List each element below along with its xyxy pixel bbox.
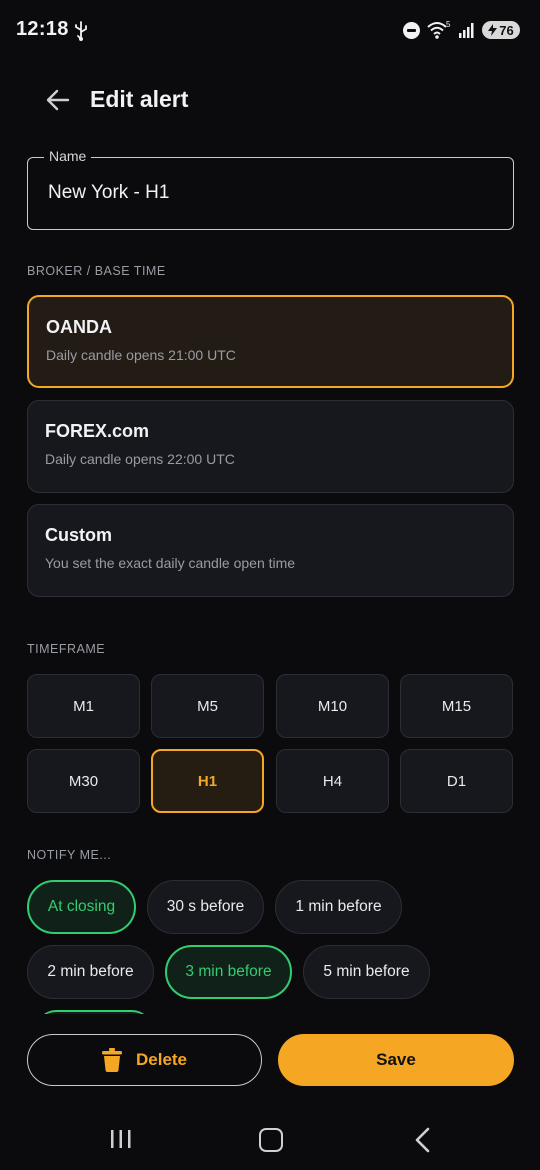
notify-chip-at-closing[interactable]: At closing bbox=[27, 880, 136, 934]
name-field[interactable]: Name New York - H1 bbox=[27, 148, 514, 230]
status-time: 12:18 bbox=[16, 18, 69, 40]
notify-chip-1min-before[interactable]: 1 min before bbox=[275, 880, 402, 934]
wifi-icon: 5 bbox=[427, 20, 451, 39]
status-bar: 12:18 5 76 bbox=[0, 0, 540, 60]
arrow-left-icon bbox=[46, 89, 70, 111]
timeframe-h4[interactable]: H4 bbox=[276, 749, 389, 813]
broker-name: OANDA bbox=[46, 317, 112, 337]
timeframe-m10[interactable]: M10 bbox=[276, 674, 389, 738]
broker-option-forex-com[interactable]: FOREX.com Daily candle opens 22:00 UTC bbox=[27, 400, 514, 493]
timeframe-m1[interactable]: M1 bbox=[27, 674, 140, 738]
broker-name: Custom bbox=[45, 525, 112, 545]
notify-chip-5min-before[interactable]: 5 min before bbox=[303, 945, 430, 999]
broker-desc: Daily candle opens 22:00 UTC bbox=[45, 451, 235, 467]
battery-charging-icon: 76 bbox=[482, 21, 520, 39]
timeframe-h1[interactable]: H1 bbox=[151, 749, 264, 813]
back-button[interactable] bbox=[38, 80, 78, 120]
nav-back-icon[interactable] bbox=[411, 1126, 435, 1154]
save-button[interactable]: Save bbox=[278, 1034, 514, 1086]
battery-level: 76 bbox=[499, 22, 514, 38]
name-field-value[interactable]: New York - H1 bbox=[48, 182, 169, 204]
page-title: Edit alert bbox=[90, 86, 189, 112]
broker-option-custom[interactable]: Custom You set the exact daily candle op… bbox=[27, 504, 514, 597]
trash-icon bbox=[101, 1048, 122, 1072]
timeframe-m30[interactable]: M30 bbox=[27, 749, 140, 813]
delete-label: Delete bbox=[135, 1050, 188, 1069]
wifi-label: 5 bbox=[446, 20, 451, 29]
usb-icon bbox=[75, 21, 87, 41]
broker-desc: You set the exact daily candle open time bbox=[45, 555, 296, 571]
broker-desc: Daily candle opens 21:00 UTC bbox=[46, 347, 236, 363]
name-field-label: Name bbox=[44, 148, 92, 164]
delete-button[interactable]: Delete bbox=[27, 1034, 262, 1086]
broker-name: FOREX.com bbox=[45, 421, 150, 441]
broker-section-label: BROKER / BASE TIME bbox=[27, 264, 166, 278]
notify-section-label: NOTIFY ME... bbox=[27, 848, 112, 862]
do-not-disturb-icon bbox=[403, 21, 420, 39]
notify-chip-30s-before[interactable]: 30 s before bbox=[147, 880, 264, 934]
timeframe-m15[interactable]: M15 bbox=[400, 674, 513, 738]
signal-icon bbox=[459, 23, 474, 38]
notify-chip-2min-before[interactable]: 2 min before bbox=[27, 945, 154, 999]
timeframe-section-label: TIMEFRAME bbox=[27, 642, 106, 656]
notify-chip-3min-before[interactable]: 3 min before bbox=[165, 945, 292, 999]
broker-option-oanda[interactable]: OANDA Daily candle opens 21:00 UTC bbox=[27, 295, 514, 388]
timeframe-d1[interactable]: D1 bbox=[400, 749, 513, 813]
recent-apps-icon[interactable] bbox=[110, 1128, 132, 1150]
timeframe-m5[interactable]: M5 bbox=[151, 674, 264, 738]
home-icon[interactable] bbox=[259, 1128, 283, 1152]
